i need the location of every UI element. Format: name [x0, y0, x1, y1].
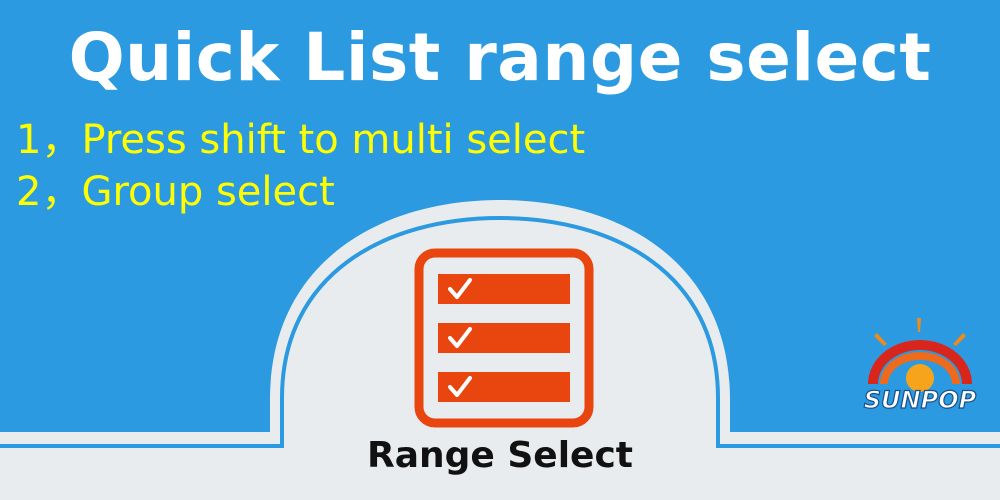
- sunpop-logo-text: SUNPOP: [863, 385, 977, 414]
- checklist-row-2: [438, 323, 570, 353]
- checklist-icon: [414, 248, 594, 428]
- feature-line-1: 1，Press shift to multi select: [16, 117, 586, 163]
- checklist-row-3: [438, 372, 570, 402]
- feature-line-2: 2，Group select: [16, 169, 335, 215]
- checklist-row-1: [438, 274, 570, 304]
- range-select-caption: Range Select: [366, 435, 633, 476]
- banner-title: Quick List range select: [68, 19, 932, 96]
- sunpop-logo-sun-icon: [868, 318, 972, 392]
